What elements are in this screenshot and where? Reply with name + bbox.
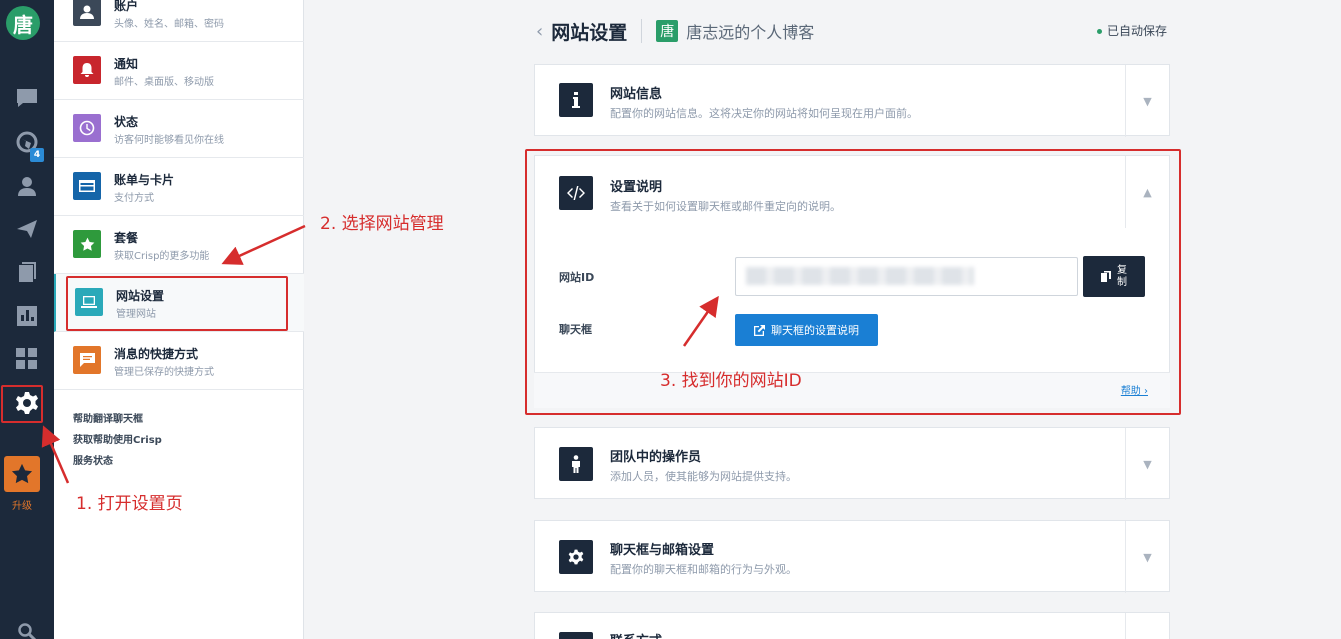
card-title: 联系方式 — [610, 630, 662, 639]
annotation-step2: 2. 选择网站管理 — [320, 214, 444, 234]
menu-footer-links: 帮助翻译聊天框 获取帮助使用Crisp 服务状态 — [73, 413, 162, 476]
link-service-status[interactable]: 服务状态 — [73, 455, 162, 476]
annotation-step3: 3. 找到你的网站ID — [660, 371, 802, 391]
card-subtitle: 添加人员，使其能够为网站提供支持。 — [610, 470, 797, 483]
chat-icon[interactable] — [0, 78, 54, 118]
star-icon — [73, 230, 101, 258]
user-icon — [73, 0, 101, 26]
person-icon — [559, 447, 593, 481]
contact-icon — [559, 632, 593, 639]
globe-icon[interactable] — [0, 122, 54, 162]
workspace-logo[interactable]: 唐 — [6, 6, 40, 40]
menu-item-title: 通知 — [114, 57, 139, 71]
menu-item-title: 账单与卡片 — [114, 173, 175, 187]
upgrade-button[interactable] — [4, 456, 40, 492]
card-title: 团队中的操作员 — [610, 450, 702, 465]
back-chevron-icon[interactable]: ‹ — [536, 21, 543, 42]
page-title: 网站设置 — [551, 21, 628, 44]
analytics-icon[interactable] — [0, 296, 54, 336]
search-icon[interactable] — [0, 612, 54, 639]
card-chatbox-settings[interactable]: 聊天框与邮箱设置 配置你的聊天框和邮箱的行为与外观。 ▼ — [534, 520, 1170, 593]
menu-item-title: 状态 — [114, 115, 139, 129]
unread-badge: 4 — [30, 148, 44, 162]
card-title: 网站信息 — [610, 87, 663, 102]
menu-item-status[interactable]: 状态 访客何时能够看见你在线 — [54, 100, 304, 158]
link-translate-chatbox[interactable]: 帮助翻译聊天框 — [73, 413, 162, 434]
menu-item-subtitle: 头像、姓名、邮箱、密码 — [114, 19, 224, 30]
menu-item-subtitle: 管理已保存的快捷方式 — [114, 367, 214, 378]
star-icon — [11, 463, 33, 484]
highlight-settings-icon — [1, 385, 43, 423]
highlight-setup-card — [525, 149, 1181, 415]
annotation-step1: 1. 打开设置页 — [76, 494, 183, 514]
page-header: ‹ 网站设置 唐 唐志远的个人博客 — [536, 16, 814, 46]
card-contact[interactable]: 联系方式 — [534, 612, 1170, 639]
book-icon[interactable] — [0, 252, 54, 292]
site-name: 唐志远的个人博客 — [686, 23, 815, 42]
menu-item-subtitle: 邮件、桌面版、移动版 — [114, 77, 214, 88]
message-icon — [73, 346, 101, 374]
card-subtitle: 配置你的网站信息。这将决定你的网站将如何呈现在用户面前。 — [610, 107, 918, 120]
gear-icon — [559, 540, 593, 574]
link-get-help[interactable]: 获取帮助使用Crisp — [73, 434, 162, 455]
site-avatar: 唐 — [656, 20, 679, 42]
chevron-down-icon[interactable]: ▼ — [1125, 65, 1169, 137]
menu-item-title: 套餐 — [114, 231, 139, 245]
menu-item-shortcuts[interactable]: 消息的快捷方式 管理已保存的快捷方式 — [54, 332, 304, 390]
send-icon[interactable] — [0, 209, 54, 249]
autosave-status: 已自动保存 — [1097, 22, 1167, 39]
menu-item-plans[interactable]: 套餐 获取Crisp的更多功能 — [54, 216, 304, 274]
info-icon — [559, 83, 593, 117]
app-rail: 唐 4 升级 — [0, 0, 54, 639]
card-website-info[interactable]: 网站信息 配置你的网站信息。这将决定你的网站将如何呈现在用户面前。 ▼ — [534, 64, 1170, 137]
highlight-website-settings — [66, 276, 288, 331]
menu-item-subtitle: 获取Crisp的更多功能 — [114, 251, 210, 262]
plugins-icon[interactable] — [0, 339, 54, 379]
chevron-down-icon[interactable]: ▼ — [1125, 521, 1169, 593]
card-title: 聊天框与邮箱设置 — [610, 543, 715, 558]
menu-item-title: 账户 — [114, 0, 139, 13]
upgrade-label: 升级 — [12, 501, 32, 512]
header-divider — [641, 19, 643, 43]
menu-item-notifications[interactable]: 通知 邮件、桌面版、移动版 — [54, 42, 304, 100]
card-icon — [73, 172, 101, 200]
menu-item-account[interactable]: 账户 头像、姓名、邮箱、密码 — [54, 0, 304, 42]
bell-icon — [73, 56, 101, 84]
menu-item-title: 消息的快捷方式 — [114, 347, 199, 361]
card-subtitle: 配置你的聊天框和邮箱的行为与外观。 — [610, 563, 797, 576]
card-chevron-area[interactable] — [1125, 613, 1169, 639]
contacts-icon[interactable] — [0, 166, 54, 206]
menu-item-subtitle: 支付方式 — [114, 193, 154, 204]
clock-icon — [73, 114, 101, 142]
menu-item-billing[interactable]: 账单与卡片 支付方式 — [54, 158, 304, 216]
menu-item-subtitle: 访客何时能够看见你在线 — [114, 135, 224, 146]
card-operators[interactable]: 团队中的操作员 添加人员，使其能够为网站提供支持。 ▼ — [534, 427, 1170, 500]
chevron-down-icon[interactable]: ▼ — [1125, 428, 1169, 500]
